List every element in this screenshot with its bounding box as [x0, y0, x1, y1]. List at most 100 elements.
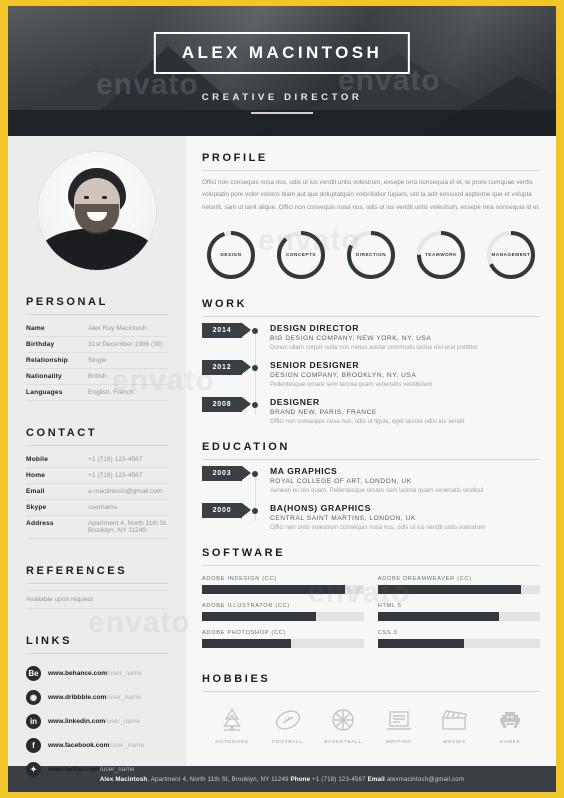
skill-ring-design: DESIGN — [204, 228, 258, 282]
laptop-icon — [375, 704, 423, 734]
twitter-icon: ✦ — [26, 762, 41, 777]
skill-label: DESIGN — [220, 252, 242, 258]
field-value[interactable]: +1 (718) 123-4567 — [88, 456, 168, 463]
role-divider — [251, 112, 313, 114]
year-tag: 2012 — [202, 359, 251, 375]
hobby-label: FOOTBALL — [272, 739, 303, 745]
hobby-label: MOVIES — [442, 739, 466, 745]
year-tag: 2008 — [202, 396, 251, 412]
name-plate: ALEX MACINTOSH — [153, 32, 411, 74]
progress-track — [202, 611, 365, 621]
job-role: CREATIVE DIRECTOR — [201, 92, 363, 103]
link-user: /user_name — [106, 694, 142, 701]
software-heading: SOFTWARE — [202, 546, 286, 559]
hobby-label: WRITING — [385, 739, 412, 745]
footer-address: , Apartment 4, North 11th St, Brooklyn, … — [147, 775, 291, 783]
list-item[interactable]: ◉ www.dribbble.com/user_name — [26, 690, 168, 705]
links-heading: LINKS — [26, 635, 72, 647]
list-item[interactable]: Be www.behance.com/user_name — [26, 666, 168, 681]
progress-track — [377, 584, 540, 594]
progress-fill — [377, 638, 464, 648]
trees-icon — [208, 704, 256, 734]
list-item: WRITING — [375, 704, 423, 745]
field-label: Nationality — [26, 373, 62, 380]
link-user: /user_name — [99, 766, 135, 773]
address-line-2: Brooklyn, NY 11249 — [88, 527, 147, 534]
list-item: 2000 BA(HONS) GRAPHICS CENTRAL SAINT MAR… — [202, 502, 540, 531]
progress-track — [202, 638, 365, 648]
list-item[interactable]: in www.linkedin.com/user_name — [26, 714, 168, 729]
degree-title: MA GRAPHICS — [270, 465, 338, 476]
link-domain: www.twitter.com — [48, 766, 100, 773]
sidebar: PERSONAL Name Alex Ray Macintosh Birthday… — [8, 136, 186, 777]
job-company: DESIGN COMPANY, BROOKLYN, NY, USA — [270, 371, 417, 379]
field-value: 31st December 1986 (30) — [88, 341, 163, 348]
table-row: Skype username — [26, 500, 168, 516]
progress-track — [202, 584, 365, 594]
personal-heading: PERSONAL — [26, 296, 108, 308]
resume-sheet: envato envato ALEX MACINTOSH CREATIVE DI… — [8, 6, 556, 792]
progress-track — [377, 611, 540, 621]
divider — [202, 170, 540, 171]
list-item[interactable]: ✦ www.twitter.com/user_name — [26, 762, 168, 777]
behance-icon: Be — [26, 666, 41, 681]
link-domain: www.behance.com — [48, 670, 108, 677]
job-company: BIG DESIGN COMPANY, NEW YORK, NY, USA — [270, 334, 432, 342]
school-name: ROYAL COLLEGE OF ART, LONDON, UK — [270, 477, 412, 485]
field-label: Languages — [26, 389, 63, 396]
hobby-label: BASKETBALL — [324, 739, 363, 745]
list-item: GAMES — [486, 704, 534, 745]
degree-description: Offici non untis volestrum consequis nos… — [270, 523, 486, 531]
job-title: SENIOR DESIGNER — [270, 359, 360, 370]
linkedin-icon: in — [26, 714, 41, 729]
field-value: Apartment 4, North 11th St Brooklyn, NY … — [88, 520, 168, 534]
skill-label: TEAMWORK — [425, 252, 457, 258]
facebook-icon: f — [26, 738, 41, 753]
timeline-dot — [252, 401, 258, 408]
skill-ring-concepts: CONCEPTS — [274, 228, 328, 282]
divider — [26, 445, 168, 446]
skill-bar: ADOBE ILLUSTRATOR (CC) — [202, 602, 365, 621]
table-row: Nationality British — [26, 369, 168, 385]
skill-bar-label: HTML 5 — [377, 602, 402, 609]
footer-phone-label: Phone — [290, 775, 311, 783]
link-user: /user_name — [105, 718, 141, 725]
skill-ring-direction: DIRECTION — [344, 228, 398, 282]
job-description: Donec ullam corper nulla non metus aucto… — [270, 343, 478, 351]
page-title: ALEX MACINTOSH — [181, 43, 383, 62]
hobby-label: GAMES — [499, 739, 521, 745]
hobby-label: OUTDOORS — [215, 739, 249, 745]
link-user: /user_name — [109, 742, 145, 749]
list-item[interactable]: f www.facebook.com/user_name — [26, 738, 168, 753]
field-label: Name — [26, 325, 45, 332]
field-value[interactable]: username — [88, 504, 168, 511]
skill-bar-label: ADOBE PHOTOSHOP (CC) — [202, 629, 287, 636]
contact-heading: CONTACT — [26, 427, 98, 439]
field-value: Single — [88, 357, 107, 364]
avatar — [38, 152, 156, 270]
skill-bar-label: ADOBE ILLUSTRATOR (CC) — [202, 602, 290, 609]
link-domain: www.facebook.com — [48, 742, 110, 749]
divider — [202, 458, 540, 460]
job-description: Offici non consequis nosa nus, odis ut l… — [270, 417, 465, 425]
link-domain: www.dribbble.com — [48, 694, 107, 701]
skill-bar: ADOBE DREAMWEAVER (CC) — [377, 575, 540, 594]
table-row: Name Alex Ray Macintosh — [26, 321, 168, 337]
field-label: Skype — [26, 504, 47, 511]
field-value[interactable]: a-mactintosh@gmail.com — [88, 488, 168, 495]
skill-bar-label: ADOBE DREAMWEAVER (CC) — [377, 575, 472, 582]
references-note: Available upon request — [26, 590, 168, 609]
timeline-dot — [252, 327, 258, 334]
dribbble-icon: ◉ — [26, 690, 41, 705]
table-row: Mobile +1 (718) 123-4567 — [26, 452, 168, 468]
field-value[interactable]: +1 (718) 123-4567 — [88, 472, 168, 479]
field-label: Home — [26, 472, 46, 479]
field-value: Alex Ray Macintosh — [88, 325, 147, 332]
list-item: BASKETBALL — [319, 704, 367, 745]
references-heading: REFERENCES — [26, 565, 128, 577]
degree-title: BA(HONS) GRAPHICS — [270, 502, 371, 513]
divider — [26, 653, 168, 654]
table-row: Birthday 31st December 1986 (30) — [26, 337, 168, 353]
list-item: FOOTBALL — [264, 704, 312, 745]
list-item: MOVIES — [430, 704, 478, 745]
